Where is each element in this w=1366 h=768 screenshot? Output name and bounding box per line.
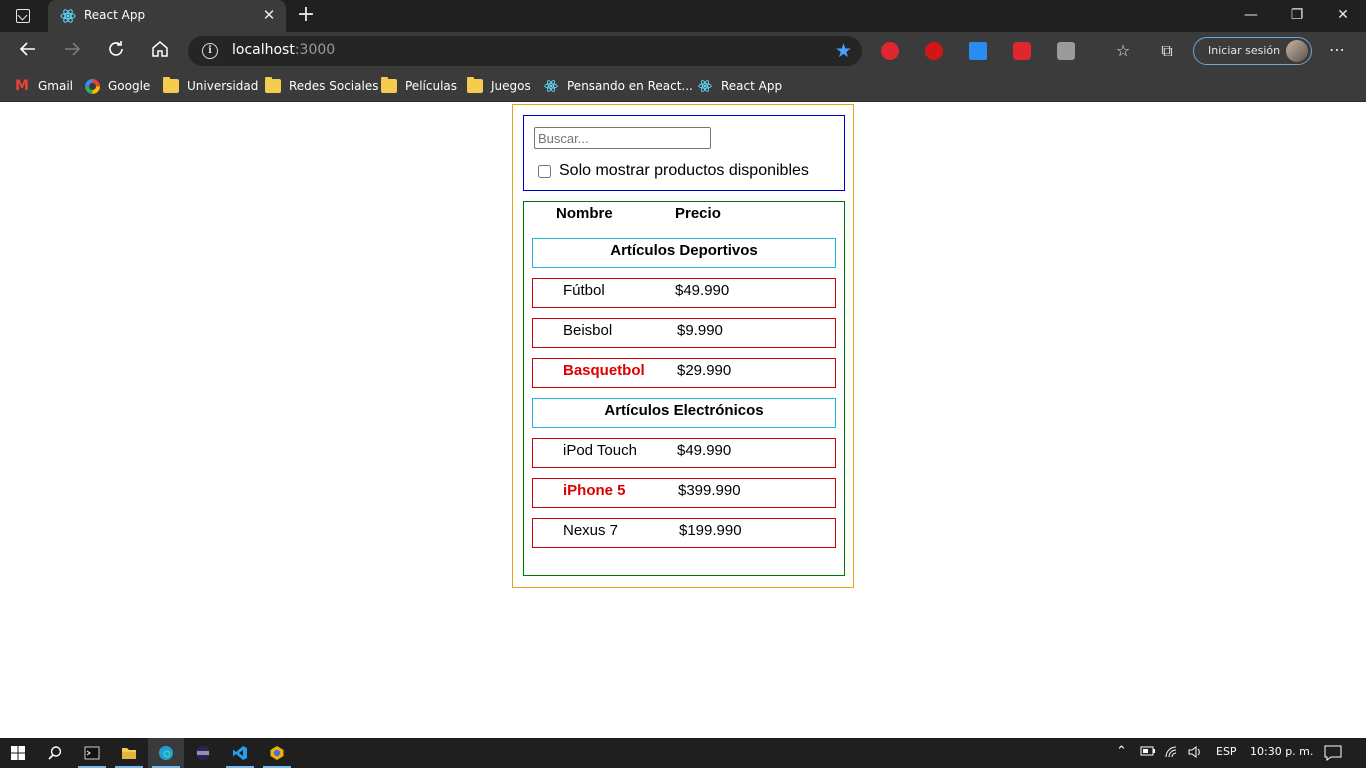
bookmark-gmail[interactable]: M Gmail: [14, 77, 73, 95]
product-row: iPhone 5 $399.990: [532, 478, 836, 508]
column-header-price: Precio: [675, 205, 721, 222]
address-bar[interactable]: i localhost:3000 ★: [188, 36, 862, 66]
folder-icon: [122, 748, 136, 759]
edge-icon: [159, 746, 173, 760]
column-header-name: Nombre: [556, 205, 613, 222]
taskbar-file-explorer[interactable]: [111, 738, 147, 768]
more-options-icon[interactable]: ⋯: [1326, 40, 1348, 62]
product-row: Basquetbol $29.990: [532, 358, 836, 388]
react-icon: [60, 9, 76, 23]
search-button[interactable]: [37, 738, 73, 768]
folder-icon: [163, 77, 179, 93]
site-info-icon[interactable]: i: [202, 43, 218, 59]
taskbar-terminal[interactable]: [74, 738, 110, 768]
reload-icon[interactable]: [104, 39, 128, 63]
notifications-icon[interactable]: [1324, 745, 1342, 764]
extension-generic-icon[interactable]: [1057, 42, 1075, 60]
folder-icon: [265, 77, 281, 93]
product-name: Nexus 7: [563, 522, 619, 539]
product-price: $49.990: [675, 282, 730, 299]
bookmark-universidad[interactable]: Universidad: [163, 77, 258, 95]
search-bar: Solo mostrar productos disponibles: [523, 115, 845, 191]
extension-infinity-icon[interactable]: [925, 42, 943, 60]
bookmark-peliculas[interactable]: Películas: [381, 77, 457, 95]
taskbar-chrome-dev[interactable]: [259, 738, 295, 768]
workspaces-icon[interactable]: [16, 9, 30, 23]
react-icon: [544, 80, 558, 92]
product-price: $9.990: [677, 322, 723, 339]
home-icon[interactable]: [148, 39, 172, 63]
react-icon: [698, 80, 712, 92]
in-stock-label: Solo mostrar productos disponibles: [559, 162, 809, 179]
product-price: $199.990: [679, 522, 742, 539]
taskbar-vscode[interactable]: [222, 738, 258, 768]
category-row: Artículos Electrónicos: [532, 398, 836, 428]
vscode-icon: [233, 746, 247, 760]
product-name: iPod Touch: [563, 442, 637, 459]
taskbar: ⌃ ESP 10:30 p. m.: [0, 738, 1366, 768]
taskbar-eclipse[interactable]: [185, 738, 221, 768]
bookmark-react-app[interactable]: React App: [697, 77, 782, 95]
tray-chevron-up-icon[interactable]: ⌃: [1116, 744, 1127, 759]
wifi-icon[interactable]: [1164, 745, 1180, 762]
bookmark-pensando-en-react[interactable]: Pensando en React...: [543, 77, 693, 95]
tab-title: React App: [84, 8, 146, 22]
product-name-out-of-stock: iPhone 5: [563, 482, 626, 499]
collections-icon[interactable]: ⧉: [1156, 40, 1178, 62]
windows-logo-icon: [11, 746, 25, 760]
folder-icon: [381, 77, 397, 93]
restore-button[interactable]: ❐: [1274, 0, 1320, 32]
close-window-button[interactable]: ✕: [1320, 0, 1366, 32]
start-button[interactable]: [0, 738, 36, 768]
bookmark-google[interactable]: Google: [85, 77, 150, 95]
bookmarks-bar: M Gmail Google Universidad Redes Sociale…: [0, 70, 1366, 102]
product-name-out-of-stock: Basquetbol: [563, 362, 645, 379]
search-input[interactable]: [534, 127, 711, 149]
product-row: Nexus 7 $199.990: [532, 518, 836, 548]
forward-arrow-icon[interactable]: [60, 39, 84, 63]
product-name: Beisbol: [563, 322, 613, 339]
browser-titlebar: React App ✕ + — ❐ ✕: [0, 0, 1366, 32]
tab-close-icon[interactable]: ✕: [260, 6, 278, 24]
taskbar-edge[interactable]: [148, 738, 184, 768]
new-tab-button[interactable]: +: [294, 4, 318, 28]
product-price: $399.990: [678, 482, 741, 499]
product-row: Beisbol $9.990: [532, 318, 836, 348]
chromium-icon: [270, 746, 284, 760]
favorites-icon[interactable]: ☆: [1112, 40, 1134, 62]
bookmark-juegos[interactable]: Juegos: [467, 77, 531, 95]
clock[interactable]: 10:30 p. m.: [1250, 745, 1313, 758]
gmail-icon: M: [15, 78, 29, 94]
in-stock-checkbox[interactable]: [538, 164, 551, 178]
product-name: Fútbol: [563, 282, 605, 299]
browser-toolbar: i localhost:3000 ★ ☆ ⧉ Iniciar sesión ⋯: [0, 32, 1366, 70]
battery-icon[interactable]: [1140, 745, 1156, 760]
terminal-icon: [84, 746, 100, 760]
volume-icon[interactable]: [1187, 745, 1203, 762]
product-table: Nombre Precio Artículos Deportivos Fútbo…: [523, 201, 845, 576]
product-price: $29.990: [677, 362, 732, 379]
back-arrow-icon[interactable]: [16, 39, 40, 63]
bookmark-redes-sociales[interactable]: Redes Sociales: [265, 77, 378, 95]
favorite-star-icon[interactable]: ★: [835, 40, 852, 62]
folder-icon: [467, 77, 483, 93]
signin-button[interactable]: Iniciar sesión: [1193, 37, 1312, 65]
product-row: Fútbol $49.990: [532, 278, 836, 308]
eclipse-icon: [196, 746, 210, 760]
minimize-button[interactable]: —: [1228, 0, 1274, 32]
browser-tab-active[interactable]: React App ✕: [48, 0, 286, 32]
filterable-product-table: Solo mostrar productos disponibles Nombr…: [512, 104, 854, 588]
search-icon: [48, 746, 62, 760]
url-text[interactable]: localhost:3000: [232, 42, 335, 58]
language-indicator[interactable]: ESP: [1216, 745, 1237, 758]
extension-bookmark-icon[interactable]: [969, 42, 987, 60]
product-row: iPod Touch $49.990: [532, 438, 836, 468]
extension-adblock-icon[interactable]: [881, 42, 899, 60]
in-stock-filter[interactable]: Solo mostrar productos disponibles: [538, 162, 809, 180]
extension-stop-icon[interactable]: [1013, 42, 1031, 60]
google-icon: [85, 78, 100, 94]
product-price: $49.990: [677, 442, 732, 459]
category-row: Artículos Deportivos: [532, 238, 836, 268]
avatar: [1286, 40, 1308, 62]
